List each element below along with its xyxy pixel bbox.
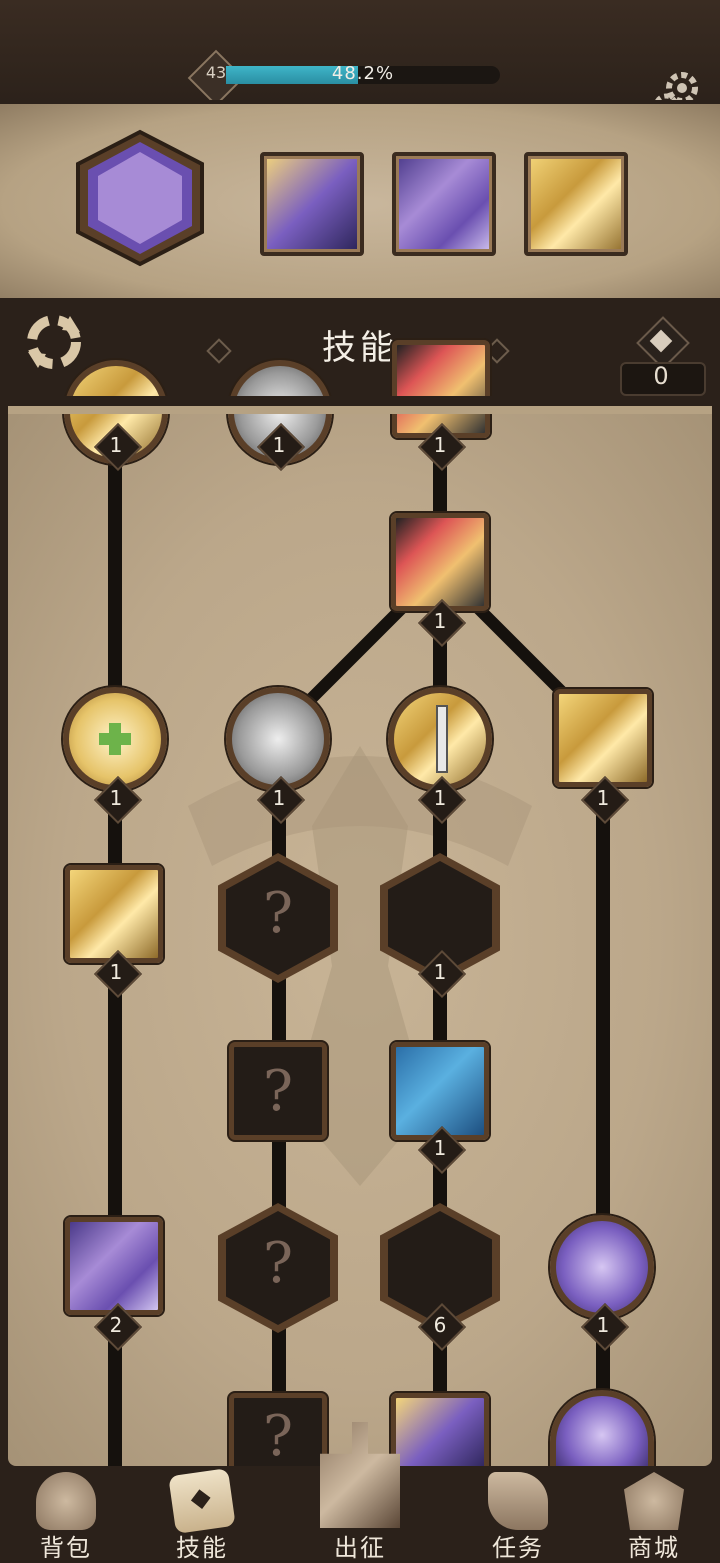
tree-line bbox=[596, 780, 610, 1466]
skill-level: 1 bbox=[109, 960, 123, 984]
question-mark-icon: ? bbox=[262, 881, 294, 946]
skill-node-purple-knight[interactable] bbox=[65, 1217, 163, 1315]
question-mark-icon: ? bbox=[262, 1231, 294, 1296]
question-mark-icon: ? bbox=[262, 1059, 294, 1124]
skill-level: 1 bbox=[596, 786, 610, 810]
shop-crown-icon bbox=[624, 1472, 684, 1530]
skill-node-red-sword[interactable] bbox=[391, 513, 489, 611]
nav-skills-label: 技能 bbox=[176, 1534, 228, 1562]
nav-shop-label: 商城 bbox=[628, 1534, 680, 1562]
scroll-icon bbox=[488, 1472, 548, 1530]
skill-level: 1 bbox=[433, 786, 447, 810]
nav-bag[interactable]: 背包 bbox=[6, 1466, 126, 1562]
backpack-icon bbox=[36, 1472, 96, 1530]
skill-level: 1 bbox=[272, 786, 286, 810]
skill-node-locked-square-2[interactable]: ? bbox=[229, 1393, 327, 1473]
sword-icon bbox=[436, 705, 448, 773]
skill-node-heal[interactable] bbox=[63, 687, 167, 791]
skill-node-chains[interactable] bbox=[550, 1215, 654, 1319]
skill-node-armor[interactable] bbox=[226, 687, 330, 791]
nav-skills[interactable]: 技能 bbox=[142, 1466, 262, 1562]
nav-shop[interactable]: 商城 bbox=[594, 1466, 714, 1562]
skill-level: 1 bbox=[109, 433, 123, 457]
skill-node-partial[interactable] bbox=[391, 1393, 489, 1473]
skill-level: 1 bbox=[109, 786, 123, 810]
skill-level: 1 bbox=[272, 433, 286, 457]
skill-node-holy-sword[interactable] bbox=[388, 687, 492, 791]
nav-expedition-label: 出征 bbox=[334, 1534, 386, 1562]
xp-progress-label: 48.2% bbox=[331, 63, 395, 84]
skill-points-icon bbox=[636, 316, 690, 370]
skill-node-locked-square-1[interactable]: ? bbox=[229, 1042, 327, 1140]
skill-level: 1 bbox=[433, 960, 447, 984]
skill-points-value: 0 bbox=[653, 362, 669, 390]
skill-level: 1 bbox=[433, 609, 447, 633]
skill-node-blue-dagger[interactable] bbox=[391, 1042, 489, 1140]
heal-cross-icon bbox=[99, 723, 131, 755]
skill-node-gold-burst[interactable] bbox=[554, 689, 652, 787]
hero-slot-3[interactable] bbox=[524, 152, 628, 256]
hero-slot-1[interactable] bbox=[260, 152, 364, 256]
swap-icon[interactable] bbox=[22, 310, 86, 374]
hero-hex-frame bbox=[76, 129, 204, 267]
skill-node-gold-strike[interactable] bbox=[65, 865, 163, 963]
skill-level: 1 bbox=[596, 1313, 610, 1337]
hero-slot-2[interactable] bbox=[392, 152, 496, 256]
skill-level: 1 bbox=[433, 1136, 447, 1160]
skill-level: 6 bbox=[433, 1313, 447, 1337]
skill-book-icon bbox=[168, 1468, 236, 1534]
skill-level: 1 bbox=[433, 433, 447, 457]
nav-quests-label: 任务 bbox=[492, 1534, 544, 1562]
nav-quests[interactable]: 任务 bbox=[458, 1466, 578, 1562]
nav-bag-label: 背包 bbox=[40, 1534, 92, 1562]
skill-level: 2 bbox=[109, 1313, 123, 1337]
hero-main-portrait[interactable] bbox=[70, 128, 210, 268]
tree-top-edge-parchment bbox=[8, 406, 712, 414]
top-bar bbox=[0, 0, 720, 110]
nav-expedition[interactable]: 出征 bbox=[300, 1422, 420, 1562]
question-mark-icon: ? bbox=[262, 1404, 294, 1469]
